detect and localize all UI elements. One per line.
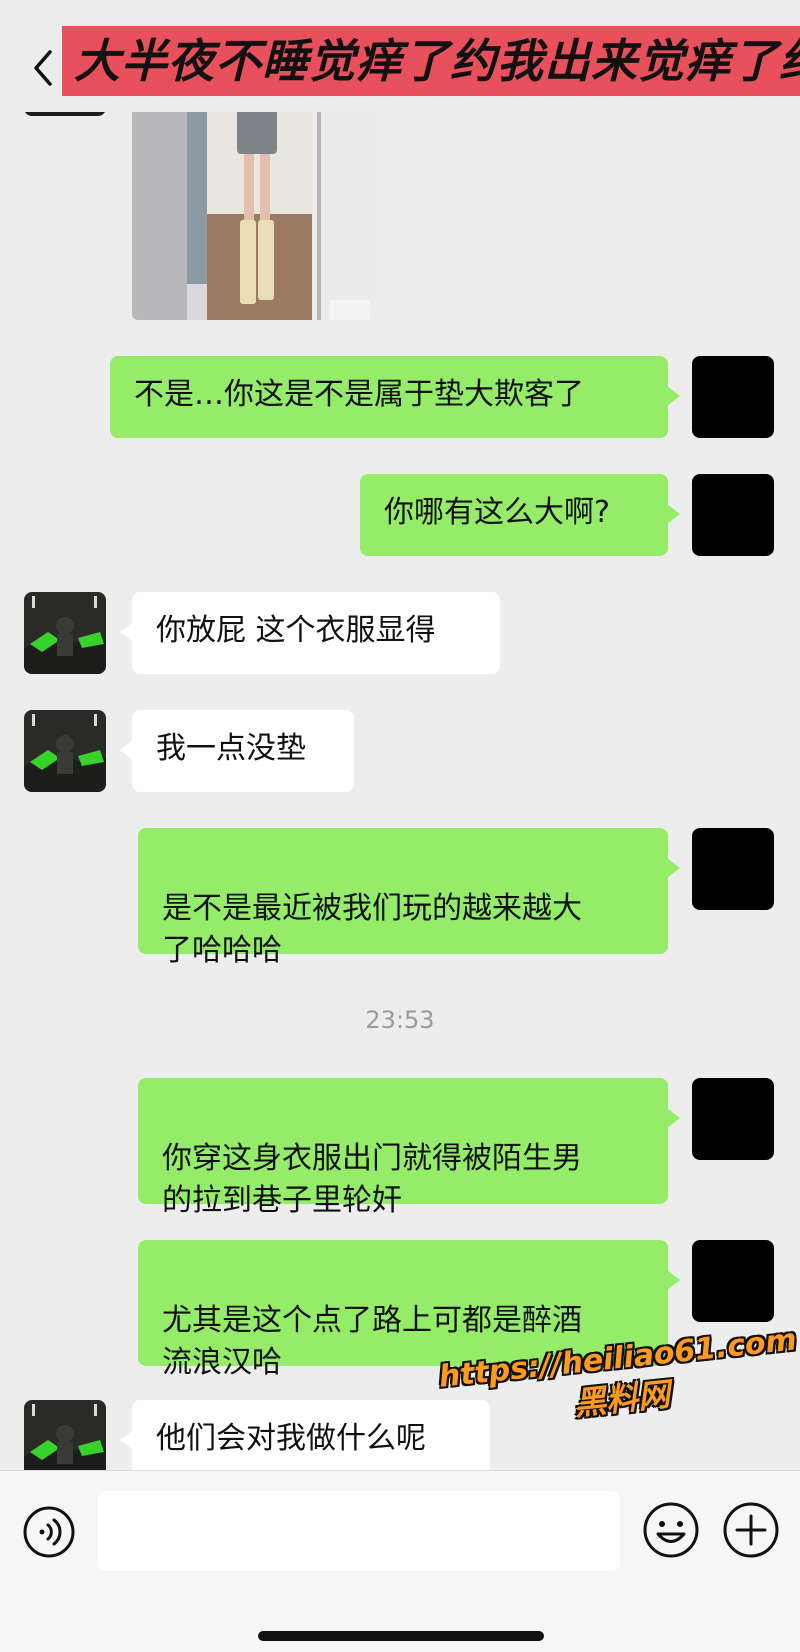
chevron-left-icon[interactable] <box>26 48 62 88</box>
message-text: 你穿这身衣服出门就得被陌生男 的拉到巷子里轮奸 <box>162 1141 582 1218</box>
message-bubble[interactable]: 我一点没垫 <box>120 710 354 792</box>
top-bar: 大半夜不睡觉痒了约我出来觉痒了约 <box>0 0 800 112</box>
title-banner: 大半夜不睡觉痒了约我出来觉痒了约 <box>62 26 800 96</box>
message-bubble[interactable]: 你放屁 这个衣服显得 <box>120 592 500 674</box>
avatar-image <box>24 710 106 792</box>
avatar[interactable] <box>24 592 106 674</box>
avatar[interactable] <box>692 1240 774 1322</box>
avatar[interactable] <box>692 1078 774 1160</box>
avatar[interactable] <box>692 828 774 910</box>
message-text: 他们会对我做什么呢 <box>156 1421 426 1456</box>
message-bubble[interactable]: 是不是最近被我们玩的越来越大 了哈哈哈 <box>138 828 680 968</box>
voice-icon[interactable] <box>22 1505 76 1559</box>
input-bar <box>0 1470 800 1652</box>
image-message[interactable] <box>132 104 380 320</box>
message-bubble[interactable]: 不是…你这是不是属于垫大欺客了 <box>110 356 680 438</box>
message-text: 我一点没垫 <box>156 731 306 766</box>
message-text: 不是…你这是不是属于垫大欺客了 <box>134 377 584 412</box>
message-bubble[interactable]: 你哪有这么大啊? <box>360 474 680 556</box>
emoji-icon[interactable] <box>642 1501 700 1559</box>
avatar[interactable] <box>692 356 774 438</box>
message-text: 是不是最近被我们玩的越来越大 了哈哈哈 <box>162 891 582 968</box>
page-title: 大半夜不睡觉痒了约我出来觉痒了约 <box>74 34 800 88</box>
avatar[interactable] <box>24 710 106 792</box>
photo-image <box>132 104 380 320</box>
message-input[interactable] <box>98 1491 620 1571</box>
home-indicator <box>258 1631 544 1641</box>
message-text: 你哪有这么大啊? <box>384 495 610 530</box>
message-bubble[interactable]: 你穿这身衣服出门就得被陌生男 的拉到巷子里轮奸 <box>138 1078 680 1218</box>
message-text: 你放屁 这个衣服显得 <box>156 613 436 648</box>
avatar[interactable] <box>692 474 774 556</box>
timestamp: 23:53 <box>365 1006 435 1034</box>
plus-icon[interactable] <box>722 1501 780 1559</box>
avatar-image <box>24 592 106 674</box>
